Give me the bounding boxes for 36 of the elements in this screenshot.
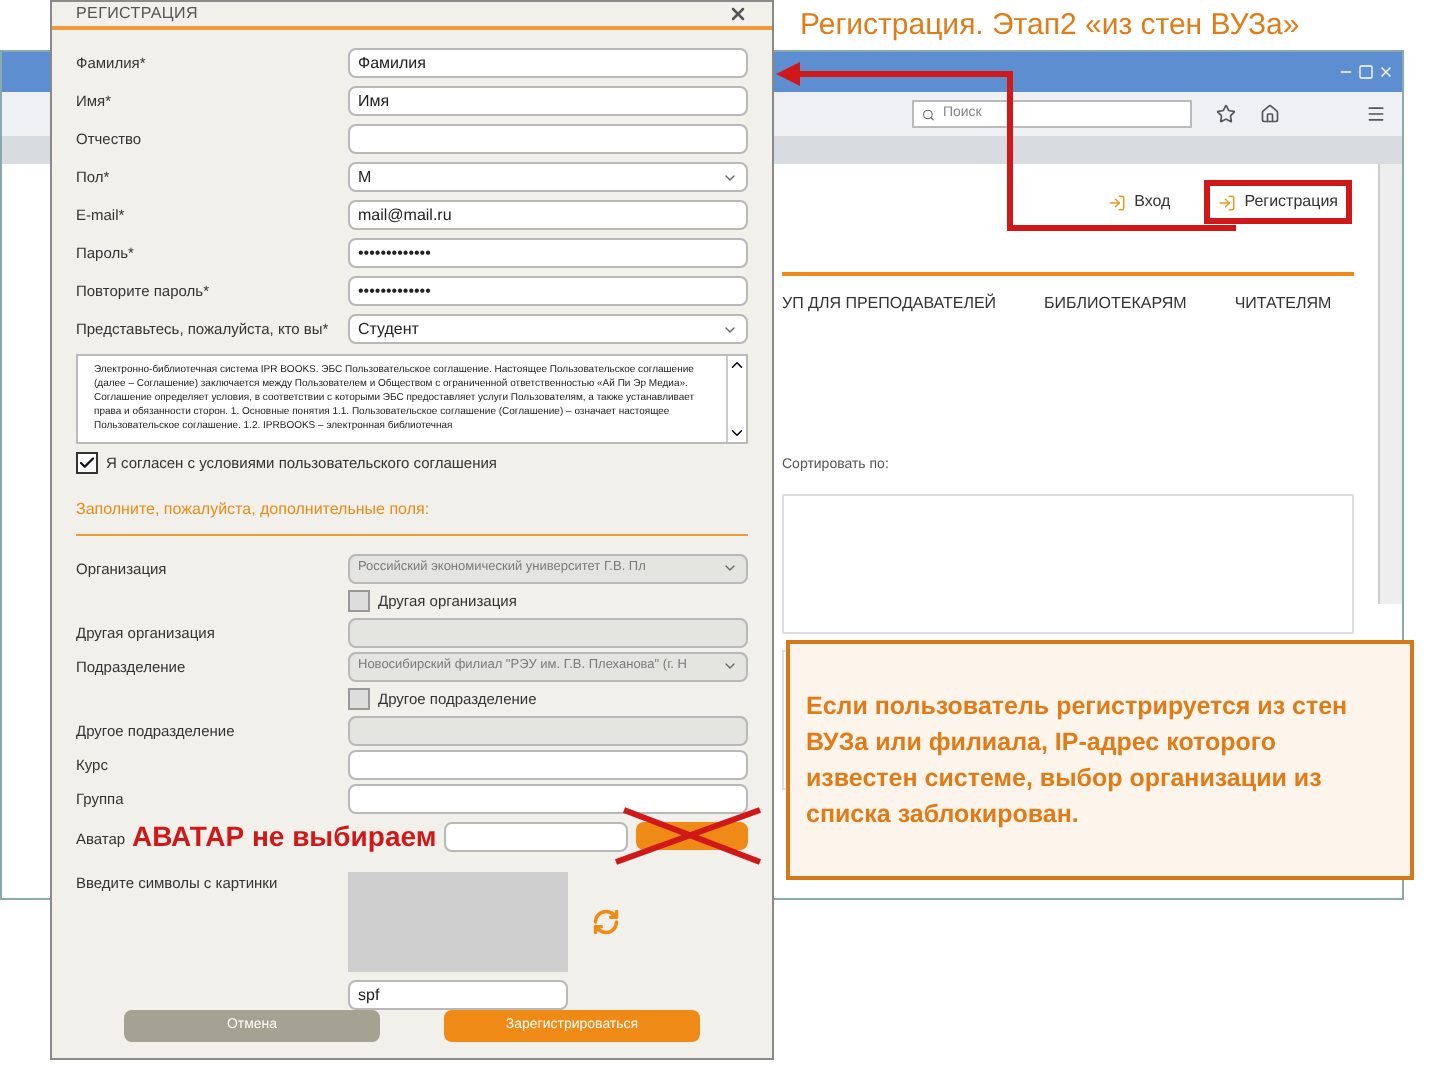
header-link[interactable]: Регистрация bbox=[1210, 186, 1346, 218]
avatar-note: АВАТАР не выбираем bbox=[132, 817, 437, 856]
nav-link[interactable]: БИБЛИОТЕКАРЯМ bbox=[1044, 292, 1187, 316]
login-icon bbox=[1108, 193, 1127, 211]
close-icon[interactable] bbox=[728, 4, 748, 24]
search-icon bbox=[922, 107, 935, 121]
section-heading: Заполните, пожалуйста, дополнительные поля: bbox=[76, 500, 430, 519]
input-field[interactable] bbox=[348, 749, 748, 780]
slide-title: Регистрация. Этап2 «из стен ВУЗа» bbox=[800, 6, 1300, 46]
input-field[interactable]: spf bbox=[348, 980, 568, 1011]
input-field[interactable] bbox=[348, 124, 748, 154]
maximize-icon[interactable] bbox=[1358, 64, 1374, 80]
menu-icon[interactable] bbox=[1366, 104, 1386, 124]
refresh-icon[interactable] bbox=[592, 908, 620, 937]
input-field[interactable]: Имя bbox=[348, 86, 748, 116]
checkbox[interactable] bbox=[348, 687, 370, 710]
checkbox[interactable] bbox=[348, 589, 370, 612]
login-icon bbox=[1218, 193, 1237, 211]
input-field[interactable]: Фамилия bbox=[348, 48, 748, 78]
input-field[interactable] bbox=[348, 783, 748, 814]
nav-link[interactable]: ЧИТАТЕЛЯМ bbox=[1234, 292, 1332, 316]
home-icon[interactable] bbox=[1260, 104, 1280, 124]
scroll-up-icon[interactable] bbox=[728, 356, 746, 374]
input-field[interactable]: ••••••••••••• bbox=[348, 276, 748, 306]
header-link[interactable]: Вход bbox=[1100, 186, 1179, 218]
select-field[interactable]: М bbox=[348, 162, 748, 192]
dialog-title: РЕГИСТРАЦИЯ bbox=[76, 2, 198, 26]
input-field[interactable] bbox=[444, 821, 628, 852]
nav-link[interactable]: УП ДЛЯ ПРЕПОДАВАТЕЛЕЙ bbox=[782, 292, 997, 316]
input-field[interactable]: mail@mail.ru bbox=[348, 200, 748, 230]
callout-text: Если пользователь регистрируется из стен ВУЗа или филиала, IP-адрес которого известен системе, выбор организации из списка заблокирован. bbox=[806, 690, 1350, 832]
input-field[interactable]: ••••••••••••• bbox=[348, 238, 748, 268]
scroll-down-icon[interactable] bbox=[728, 424, 746, 442]
star-icon[interactable] bbox=[1216, 104, 1236, 124]
checkbox[interactable] bbox=[76, 452, 98, 475]
select-field[interactable]: Студент bbox=[348, 314, 748, 344]
